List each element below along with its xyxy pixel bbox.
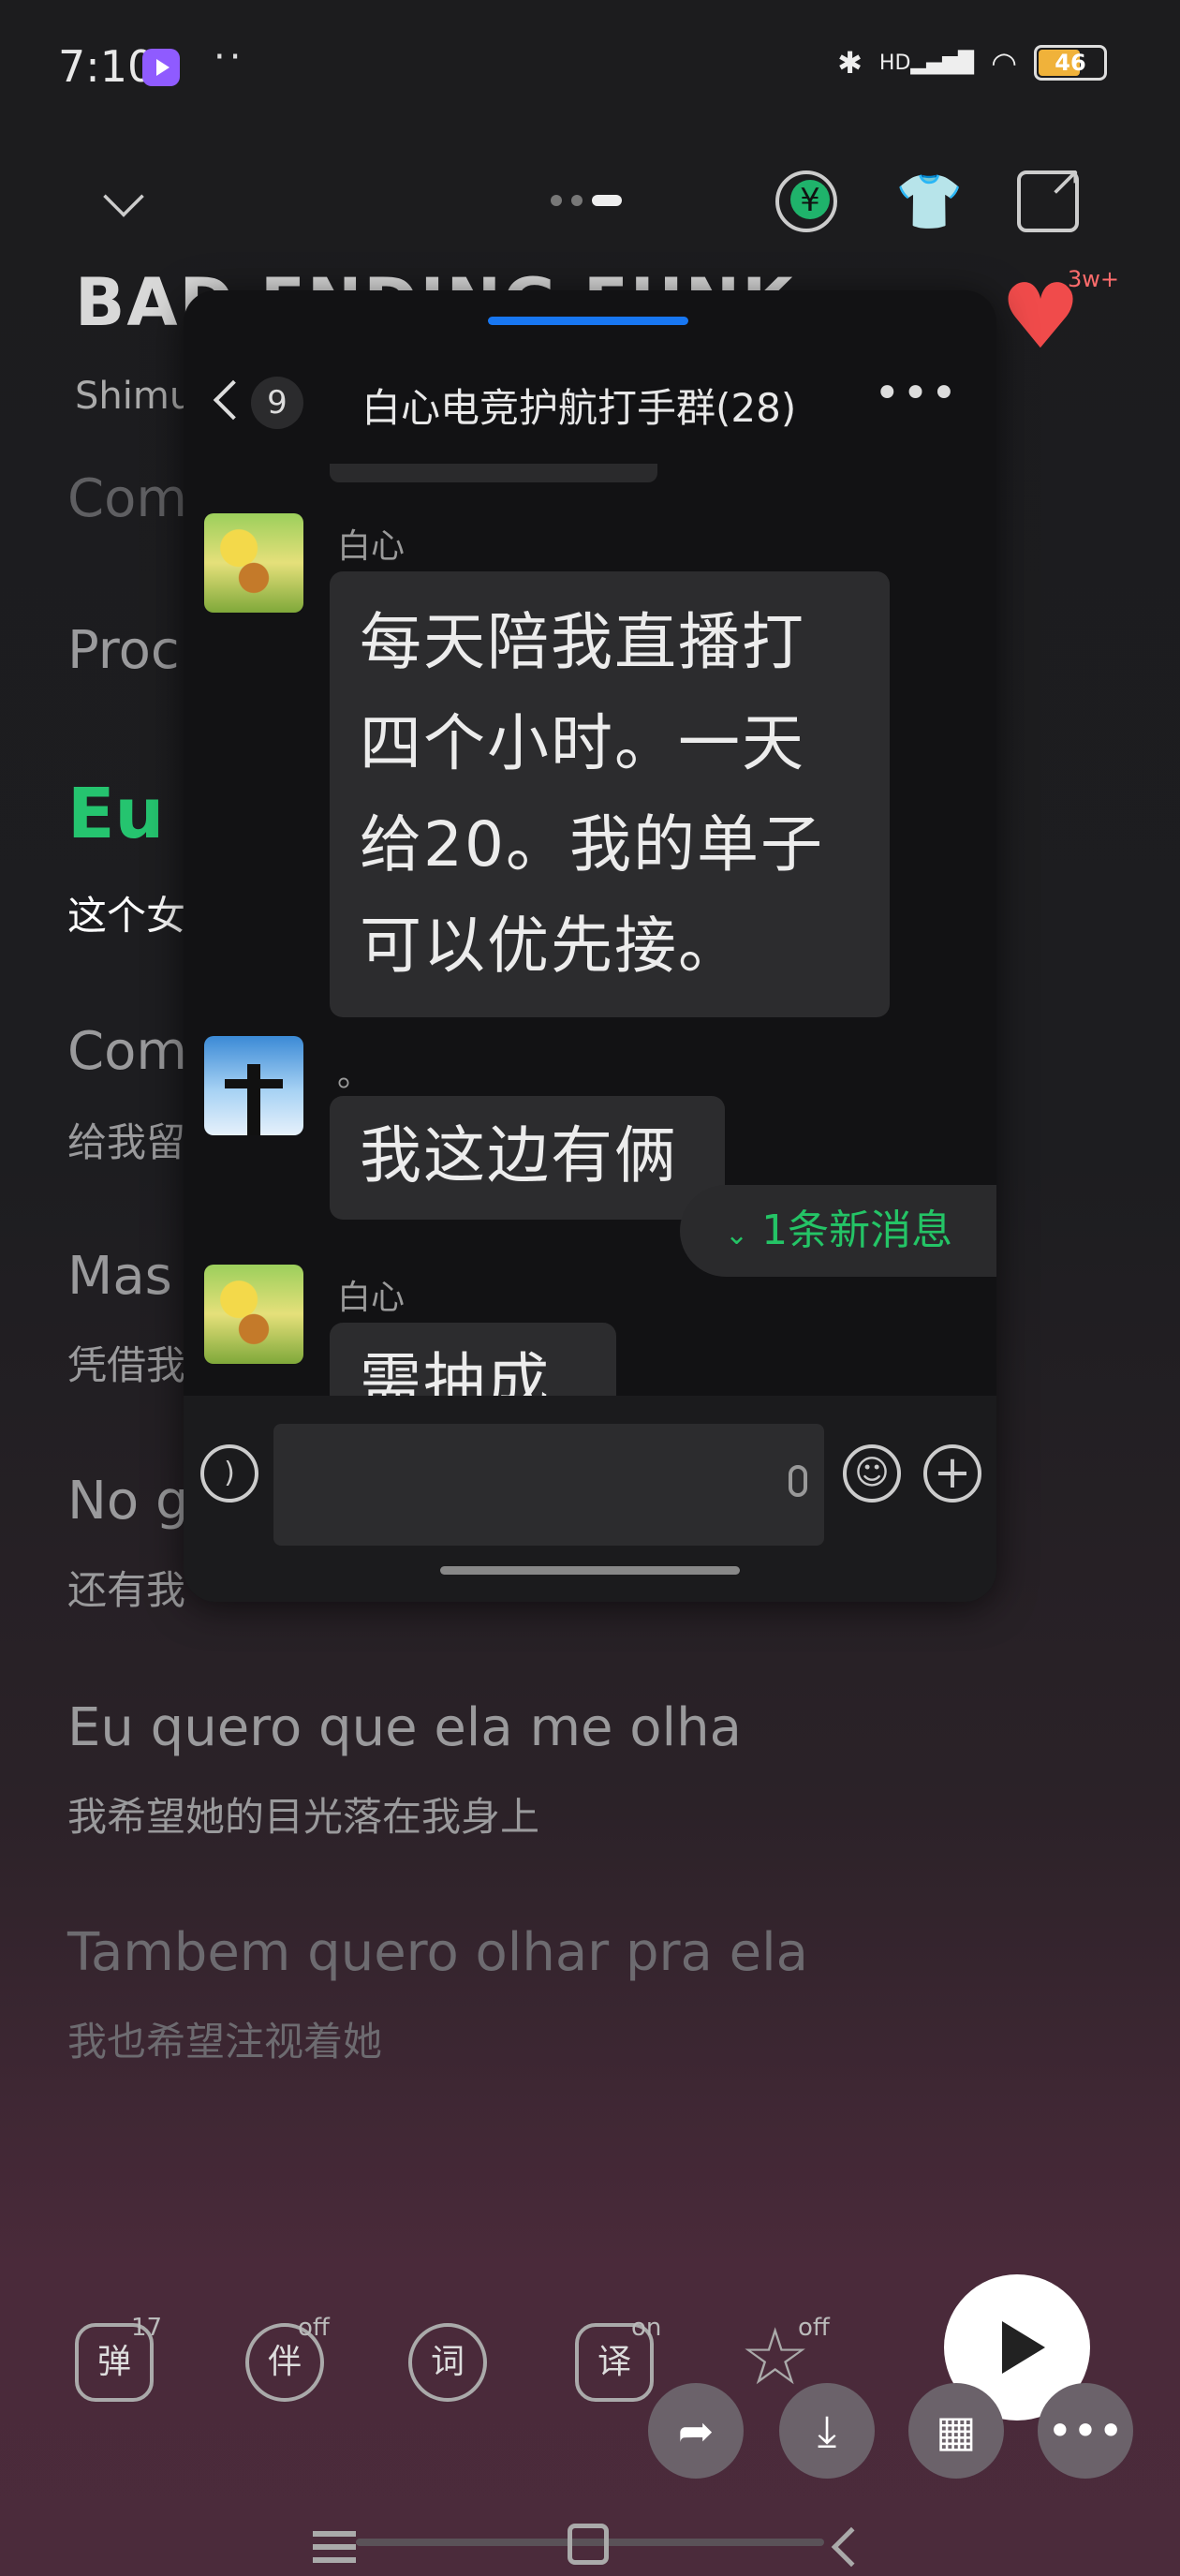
message-bubble[interactable]: 每天陪我直播打 四个小时。一天 给20。我的单子 可以优先接。	[330, 571, 890, 1017]
accompaniment-state: off	[298, 2314, 330, 2342]
artist-name[interactable]: Shimu	[75, 375, 193, 418]
message-text: 给20。我的单子	[360, 808, 824, 881]
emoji-icon[interactable]: ☺	[843, 1444, 901, 1503]
video-app-icon	[142, 49, 180, 86]
back-icon[interactable]	[831, 2526, 872, 2568]
avatar[interactable]	[204, 513, 303, 613]
home-icon[interactable]	[568, 2524, 609, 2565]
download-icon[interactable]: ⤓	[779, 2383, 875, 2479]
new-message-banner[interactable]: ⌄ 1条新消息	[680, 1185, 996, 1277]
share-arrow-icon[interactable]: ➦	[648, 2383, 744, 2479]
lyric-line-cn: 还有我	[67, 1567, 186, 1613]
lyric-line-active: Eu	[67, 774, 165, 854]
message-bubble[interactable]: 我这边有俩	[330, 1096, 725, 1220]
unread-count-badge: 9	[251, 377, 303, 429]
lyric-line-cn: 我希望她的目光落在我身上	[67, 1794, 540, 1840]
lyrics-word-button[interactable]: 词	[408, 2323, 487, 2402]
battery-icon: 46	[1034, 45, 1107, 81]
menu-icon[interactable]	[313, 2531, 356, 2537]
more-icon[interactable]: •••	[1038, 2383, 1133, 2479]
message-text: 我这边有俩	[360, 1119, 678, 1192]
chat-input-bar: ) ☺ +	[184, 1396, 996, 1602]
lyric-line-cn: 凭借我	[67, 1342, 186, 1388]
wifi-icon: ◠	[991, 45, 1017, 81]
page-indicator	[551, 195, 622, 206]
lyric-line-en: Com	[67, 468, 187, 529]
system-navigation-bar	[0, 2520, 1180, 2576]
avatar[interactable]	[204, 1265, 303, 1364]
status-time: 7:10	[58, 41, 155, 92]
like-count: 3w+	[1068, 266, 1120, 292]
collapse-chevron-icon[interactable]	[103, 176, 144, 217]
grid-icon[interactable]: ▦	[908, 2383, 1004, 2479]
danmaku-count: 17	[131, 2314, 163, 2342]
lyric-line-en: Eu quero que ela me olha	[67, 1697, 742, 1758]
translate-state: on	[631, 2314, 662, 2342]
message-text: 每天陪我直播打	[360, 606, 805, 678]
floating-chat-window[interactable]: 9 白心电竞护航打手群(28) ••• 白心 每天陪我直播打 四个小时。一天 给…	[184, 290, 996, 1602]
voice-input-icon[interactable]: )	[200, 1444, 258, 1503]
signal-icon: HD▂▄▆█	[878, 51, 975, 75]
avatar[interactable]	[204, 1036, 303, 1135]
lyric-line-en: No g	[67, 1471, 189, 1532]
more-options-icon[interactable]: •••	[874, 367, 959, 420]
sender-name: 。	[337, 1056, 372, 1094]
lyric-line-en: Com	[67, 1021, 187, 1082]
lyric-line-cn: 给我留	[67, 1119, 186, 1165]
lyric-line-en: Tambem quero olhar pra ela	[67, 1922, 808, 1983]
status-icons: ✱ HD▂▄▆█ ◠ 46	[837, 45, 1107, 81]
microphone-icon[interactable]	[789, 1465, 807, 1497]
chat-header: 9 白心电竞护航打手群(28) •••	[184, 356, 996, 450]
lyric-line-en: Mas	[67, 1246, 172, 1307]
message-input[interactable]	[273, 1424, 824, 1546]
message-text: 四个小时。一天	[360, 707, 805, 779]
tshirt-icon[interactable]: 👕	[895, 170, 963, 232]
favorite-state: off	[798, 2314, 830, 2342]
bluetooth-icon: ✱	[837, 45, 863, 81]
message-text: 可以优先接。	[360, 910, 742, 982]
lyric-line-en: Proc	[67, 620, 180, 681]
double-chevron-down-icon: ⌄	[725, 1219, 749, 1251]
previous-message-bubble	[330, 464, 657, 482]
notification-dots: ··	[214, 36, 245, 79]
add-icon[interactable]: +	[923, 1444, 981, 1503]
back-chevron-icon[interactable]	[213, 379, 254, 421]
sender-name: 白心	[337, 1279, 406, 1317]
share-icon[interactable]	[1017, 157, 1083, 232]
lyric-line-active-cn: 这个女	[67, 893, 186, 939]
yen-coin-icon[interactable]	[775, 170, 837, 232]
window-home-indicator[interactable]	[440, 1566, 740, 1575]
group-name: 白心电竞护航打手群(28)	[361, 385, 797, 431]
lyric-line-cn: 我也希望注视着她	[67, 2019, 383, 2065]
sender-name: 白心	[337, 527, 406, 566]
window-drag-handle[interactable]	[488, 317, 688, 325]
